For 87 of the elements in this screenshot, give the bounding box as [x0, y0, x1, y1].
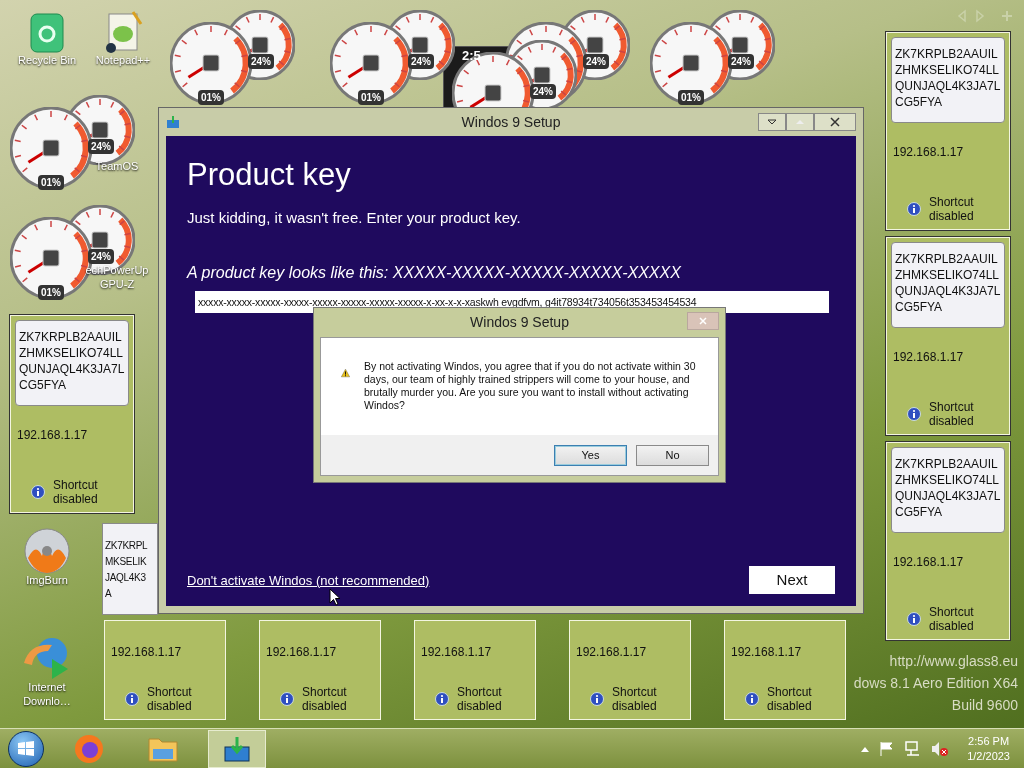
maximize-button[interactable]: [786, 113, 814, 131]
windows-logo-icon: [17, 740, 35, 757]
skip-activation-link[interactable]: Don't activate Windos (not recommended): [187, 570, 430, 590]
minimize-icon: [767, 119, 777, 125]
clock-date[interactable]: 1/2/2023: [967, 748, 1010, 764]
status-text: Shortcut disabled: [612, 685, 658, 713]
cpu-reading: 01%: [678, 90, 704, 105]
desktop-icon-label[interactable]: TeamOS: [95, 160, 139, 174]
cpu-reading: 01%: [38, 175, 64, 190]
ip-address: 192.168.1.17: [111, 644, 183, 661]
notepad-icon: [103, 10, 143, 54]
ip-address: 192.168.1.17: [421, 644, 493, 661]
taskbar-button[interactable]: [208, 729, 266, 768]
info-icon: [745, 692, 759, 706]
build-info-text: http://www.glass8.eu: [889, 652, 1018, 671]
dialog-message: By not activating Windos, you agree that if you do not activate within 30 days, our team of highly trained strippers will come to your house, and brutally murder you. Are you sure you want to install without activating Windos?: [364, 360, 696, 413]
cpu-reading: 01%: [198, 90, 224, 105]
ip-address: 192.168.1.17: [576, 644, 648, 661]
minimize-button[interactable]: [758, 113, 786, 131]
status-text: Shortcut disabled: [147, 685, 193, 713]
recycle-bin-icon: [27, 10, 67, 54]
status-text: Shortcut disabled: [767, 685, 813, 713]
build-info-text: Build 9600: [951, 696, 1018, 715]
muted-speaker-icon[interactable]: [931, 740, 950, 757]
key-note: ZK7KRPLB2AAUILZHMKSELIKO74LLQUNJAQL4K3JA7LCG5FYA: [891, 242, 1005, 328]
key-format-hint: A product key looks like this: XXXXX-XXXXX-XXXXX-XXXXX-XXXXX: [187, 263, 682, 283]
desktop-icon-label[interactable]: Notepad++: [95, 54, 151, 68]
close-icon: [699, 316, 707, 325]
dialog-button[interactable]: No: [636, 444, 709, 466]
clock-time[interactable]: 2:56 PM: [968, 733, 1010, 749]
info-icon: [907, 407, 921, 421]
build-info-text: dows 8.1 Aero Edition X64: [853, 674, 1018, 693]
key-note-line: JAQL4K3: [105, 571, 147, 585]
memory-reading: 24%: [408, 54, 434, 69]
key-note: ZK7KRPLB2AAUILZHMKSELIKO74LLQUNJAQL4K3JA7LCG5FYA: [15, 320, 129, 406]
start-button[interactable]: [8, 730, 44, 767]
dialog-title: Windos 9 Setup: [470, 313, 569, 332]
memory-reading: 24%: [248, 54, 274, 69]
mouse-cursor-icon: [329, 588, 341, 606]
ip-address: 192.168.1.17: [266, 644, 338, 661]
page-subtitle: Just kidding, it wasn't free. Enter your product key.: [187, 207, 522, 228]
info-icon: [31, 485, 45, 499]
status-text: Shortcut disabled: [929, 400, 975, 428]
ip-address: 192.168.1.17: [893, 144, 965, 161]
desktop-icon-label[interactable]: ImgBurn: [26, 574, 68, 588]
clock-gadget-time: 2:5: [462, 47, 481, 65]
info-icon: [590, 692, 604, 706]
status-text: Shortcut disabled: [457, 685, 503, 713]
browser-icon[interactable]: [73, 732, 105, 765]
memory-reading: 24%: [530, 84, 556, 99]
key-note-line: MKSELIK: [105, 555, 148, 569]
info-icon: [125, 692, 139, 706]
network-icon[interactable]: [905, 740, 922, 757]
memory-reading: 24%: [728, 54, 754, 69]
setup-app-icon: [166, 116, 180, 128]
close-button[interactable]: [814, 113, 856, 131]
dialog-button[interactable]: Yes: [554, 444, 627, 466]
info-icon: [907, 202, 921, 216]
burning-disc-icon: [24, 528, 70, 574]
ip-address: 192.168.1.17: [893, 349, 965, 366]
status-text: Shortcut disabled: [302, 685, 348, 713]
key-note: ZK7KRPLB2AAUILZHMKSELIKO74LLQUNJAQL4K3JA7LCG5FYA: [891, 447, 1005, 533]
memory-reading: 24%: [583, 54, 609, 69]
window-title: Windos 9 Setup: [461, 112, 561, 132]
ip-address: 192.168.1.17: [731, 644, 803, 661]
ip-address: 192.168.1.17: [17, 427, 89, 444]
desktop-icon-label[interactable]: Internet Downlo…: [12, 681, 82, 709]
ip-address: 192.168.1.17: [893, 554, 965, 571]
next-button[interactable]: Next: [749, 566, 835, 594]
key-note-line: ZK7KRPL: [105, 539, 149, 553]
status-text: Shortcut disabled: [53, 478, 99, 506]
key-note: ZK7KRPLB2AAUILZHMKSELIKO74LLQUNJAQL4K3JA7LCG5FYA: [891, 37, 1005, 123]
status-text: Shortcut disabled: [929, 195, 975, 223]
tray-expand-icon[interactable]: [861, 745, 870, 752]
status-text: Shortcut disabled: [929, 605, 975, 633]
maximize-icon: [795, 119, 805, 125]
key-note-line: A: [105, 587, 113, 601]
memory-reading: 24%: [88, 249, 114, 264]
memory-reading: 24%: [88, 139, 114, 154]
info-icon: [280, 692, 294, 706]
info-icon: [435, 692, 449, 706]
info-icon: [907, 612, 921, 626]
cpu-reading: 01%: [358, 90, 384, 105]
setup-app-icon[interactable]: [222, 734, 252, 763]
page-heading: Product key: [187, 156, 352, 194]
close-icon: [830, 117, 840, 127]
cpu-reading: 01%: [38, 285, 64, 300]
